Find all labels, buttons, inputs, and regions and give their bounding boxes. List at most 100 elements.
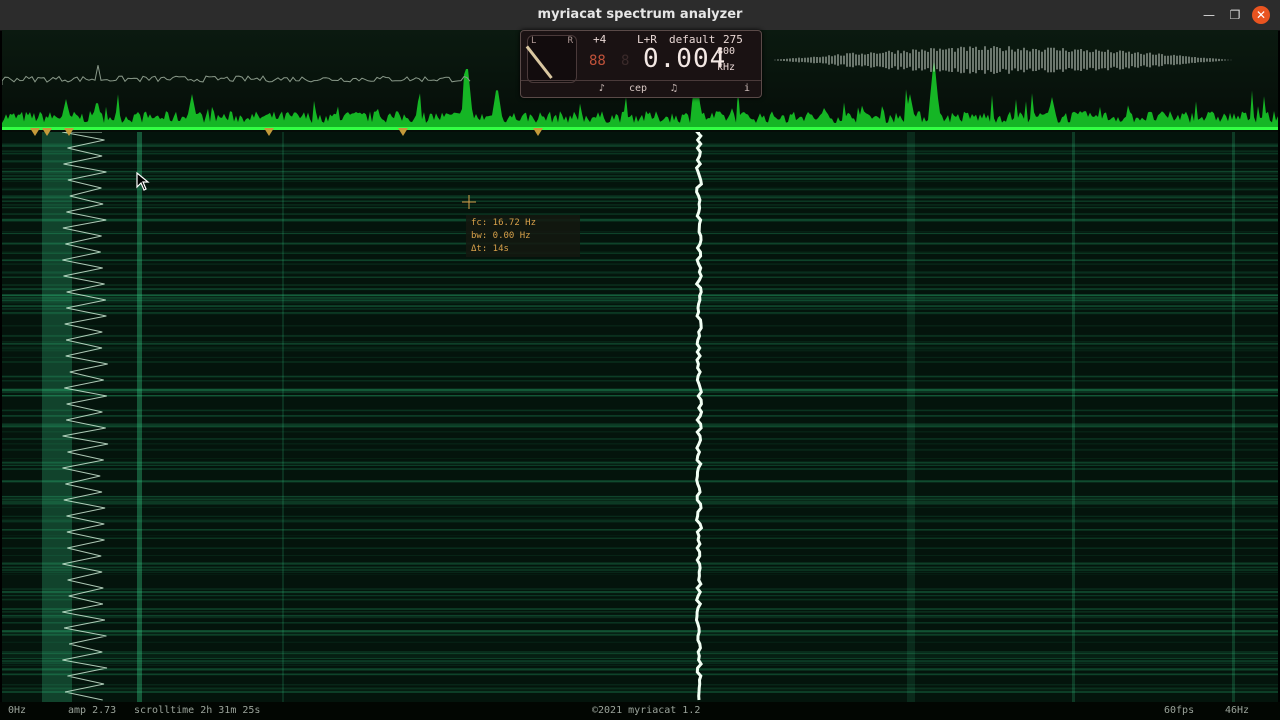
spectrogram-row: [2, 259, 1278, 262]
spectrogram-row: [2, 498, 1278, 501]
spectrogram-row: [2, 571, 1278, 573]
spectrogram-row: [2, 361, 1278, 363]
spectrogram-row: [2, 273, 1278, 275]
spectrogram-row: [2, 312, 1278, 313]
spectrogram-row: [2, 213, 1278, 215]
spectrogram-row: [2, 464, 1278, 466]
spectrogram-row: [2, 458, 1278, 459]
maximize-icon[interactable]: ❐: [1226, 6, 1244, 24]
spectrogram-lane: [282, 132, 284, 702]
note-button[interactable]: ♪: [587, 82, 617, 96]
cursor-tooltip: fc: 16.72 Hz bw: 0.00 Hz Δt: 14s: [466, 215, 580, 257]
spectrogram-lane: [1072, 132, 1075, 702]
control-panel: L R +4 L+R default 275 88 8 0.004 800 kH…: [520, 30, 762, 98]
spectrogram-row: [2, 341, 1278, 343]
analyzer-canvas[interactable]: [2, 30, 1278, 702]
spectrogram-row: [2, 263, 1278, 265]
minimize-icon[interactable]: —: [1200, 6, 1218, 24]
spectrogram-row: [2, 518, 1278, 520]
spectrogram-row: [2, 288, 1278, 291]
frequency-marker-icon[interactable]: [398, 128, 408, 136]
spectrogram-row: [2, 595, 1278, 597]
spectrogram-row: [2, 334, 1278, 337]
spectrogram-row: [2, 668, 1278, 671]
spectrogram-row: [2, 503, 1278, 505]
spectrogram-row: [2, 641, 1278, 643]
spectrogram-row: [2, 220, 1278, 222]
spectrogram-row: [2, 284, 1278, 286]
spectrogram-row: [2, 174, 1278, 176]
spectrogram-row: [2, 172, 1278, 174]
frequency-marker-icon[interactable]: [264, 128, 274, 136]
spectrogram-row: [2, 687, 1278, 690]
spectrogram-row: [2, 660, 1278, 662]
freq-unit-label: kHz: [717, 62, 736, 73]
music-button[interactable]: ♫: [659, 82, 689, 96]
spectrogram-row: [2, 349, 1278, 352]
spectrogram-row: [2, 375, 1278, 378]
level-meter-icon: L R: [525, 35, 577, 83]
spectrogram-row: [2, 356, 1278, 359]
spectrogram-row: [2, 170, 1278, 173]
spectrogram-row: [2, 438, 1278, 440]
spectrogram-row: [2, 566, 1278, 568]
spectrogram-row: [2, 242, 1278, 245]
spectrogram-row: [2, 655, 1278, 657]
spectrogram-row: [2, 380, 1278, 382]
spectrogram-lane: [1232, 132, 1235, 702]
spectrogram-row: [2, 461, 1278, 464]
spectrogram-row: [2, 443, 1278, 445]
spectrogram-row: [2, 495, 1278, 498]
spectrogram-row: [2, 480, 1278, 482]
spectrogram-lane: [42, 132, 72, 702]
spectrogram-row: [2, 630, 1278, 633]
spectrogram-row: [2, 168, 1278, 169]
channel-offset[interactable]: +4: [593, 33, 606, 46]
spectrogram-row: [2, 598, 1278, 601]
spectrogram-row: [2, 295, 1278, 297]
spectrogram-row: [2, 614, 1278, 617]
spectrogram-row: [2, 673, 1278, 676]
spectrogram-row: [2, 633, 1278, 636]
spectrogram-row: [2, 232, 1278, 235]
close-icon[interactable]: ✕: [1252, 6, 1270, 24]
spectrogram-row: [2, 160, 1278, 162]
info-button[interactable]: i: [737, 82, 757, 96]
spectrogram-row: [2, 188, 1278, 191]
spectrogram-row: [2, 392, 1278, 394]
spectrogram-row: [2, 430, 1278, 433]
frequency-marker-icon[interactable]: [30, 128, 40, 136]
status-scrolltime: scrolltime 2h 31m 25s: [134, 705, 261, 716]
spectrogram-row: [2, 178, 1278, 180]
spectrogram-row: [2, 547, 1278, 549]
spectrogram-row: [2, 180, 1278, 183]
cep-button[interactable]: cep: [621, 82, 655, 96]
spectrogram-row: [2, 150, 1278, 152]
spectrogram-row: [2, 145, 1278, 147]
spectrogram-row: [2, 271, 1278, 273]
spectrogram-row: [2, 300, 1278, 301]
status-copyright: ©2021 myriacat 1.2: [592, 705, 701, 716]
meter-right-label: R: [567, 36, 573, 46]
spectrogram-row: [2, 652, 1278, 655]
spectrogram-row: [2, 276, 1278, 278]
spectrogram-row: [2, 684, 1278, 686]
spectrogram-row: [2, 308, 1278, 310]
frequency-marker-icon[interactable]: [64, 128, 74, 136]
meter-needle: [525, 45, 553, 79]
spectrogram-row: [2, 426, 1278, 428]
spectrogram-row: [2, 152, 1278, 155]
spectrogram-row: [2, 388, 1278, 391]
spectrogram-row: [2, 535, 1278, 536]
spectrogram-row: [2, 657, 1278, 660]
spectrogram-waterfall[interactable]: [2, 132, 1278, 702]
spectrogram-row: [2, 664, 1278, 666]
frequency-marker-icon[interactable]: [533, 128, 543, 136]
spectrogram-row: [2, 305, 1278, 308]
spectrogram-row: [2, 617, 1278, 619]
spectrogram-row: [2, 415, 1278, 417]
spectrogram-row: [2, 521, 1278, 523]
spectrogram-row: [2, 186, 1278, 188]
frequency-marker-icon[interactable]: [42, 128, 52, 136]
spectrum-history-trace: [2, 65, 471, 85]
